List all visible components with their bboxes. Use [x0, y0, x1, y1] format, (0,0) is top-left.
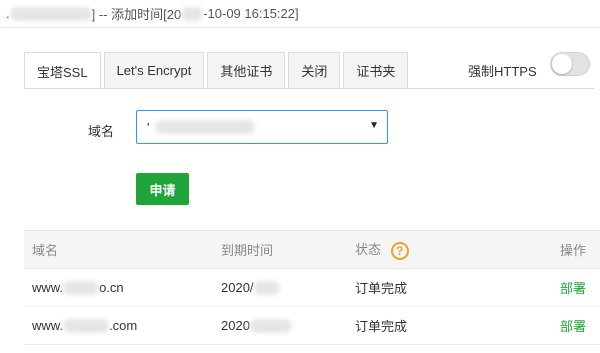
- table-row: www. .com 2020 订单完成 部署: [24, 306, 600, 345]
- redacted-domain-part: [63, 281, 100, 296]
- domain-prefix: www.: [32, 317, 64, 333]
- cell-domain: www. o.cn: [24, 268, 221, 307]
- tab-lets-encrypt[interactable]: Let's Encrypt: [103, 52, 205, 88]
- cell-domain: www. .com: [24, 306, 221, 345]
- domain-prefix: www.: [32, 279, 64, 295]
- tab-close[interactable]: 关闭: [288, 52, 341, 88]
- tab-bt-ssl[interactable]: 宝塔SSL: [24, 52, 101, 89]
- domain-suffix: o.cn: [99, 279, 124, 295]
- cell-action: 部署: [545, 306, 600, 345]
- help-icon[interactable]: ?: [390, 241, 409, 260]
- domain-select-value: ': [147, 119, 150, 135]
- domain-suffix: .com: [109, 317, 138, 333]
- apply-button[interactable]: 申请: [136, 173, 189, 205]
- table-header-row: 域名 到期时间 状态 ? 操作: [24, 230, 600, 269]
- redacted-domain: [155, 120, 256, 134]
- redacted-date: [249, 319, 292, 334]
- cell-expiry: 2020: [221, 306, 355, 345]
- ssl-panel: 宝塔SSL Let's Encrypt 其他证书 关闭 证书夹 强制HTTPS …: [0, 28, 600, 353]
- header-status: 状态 ?: [355, 230, 545, 269]
- chevron-down-icon: ▼: [369, 120, 379, 131]
- header-domain: 域名: [24, 230, 221, 269]
- redacted-domain-part: [63, 319, 110, 334]
- header-status-label: 状态: [355, 242, 382, 258]
- table-row: www. o.cn 2020/ 订单完成 部署: [24, 268, 600, 307]
- ssl-tabs: 宝塔SSL Let's Encrypt 其他证书 关闭 证书夹: [24, 52, 411, 89]
- header-expiry: 到期时间: [221, 230, 355, 269]
- cell-status: 订单完成: [355, 268, 545, 307]
- cell-expiry: 2020/: [221, 268, 355, 307]
- domain-label: 域名: [88, 124, 115, 139]
- header-action: 操作: [545, 230, 600, 269]
- tab-other-cert[interactable]: 其他证书: [207, 52, 286, 88]
- redacted-year: [181, 6, 204, 21]
- expiry-value: 2020/: [221, 279, 254, 295]
- cell-action: 部署: [545, 268, 600, 307]
- cell-status: 订单完成: [355, 306, 545, 345]
- deploy-link[interactable]: 部署: [560, 281, 586, 296]
- deploy-link[interactable]: 部署: [560, 319, 586, 334]
- force-https-toggle[interactable]: [550, 52, 590, 76]
- toggle-knob: [552, 54, 572, 74]
- tabs-divider: [24, 88, 594, 89]
- cert-table: 域名 到期时间 状态 ? 操作 www. o.cn 2020/ 订单完成 部署: [24, 230, 600, 345]
- redacted-date: [253, 281, 280, 296]
- redacted-site-name: [9, 6, 92, 21]
- title-suffix: -10-09 16:15:22]: [203, 6, 299, 21]
- title-mid: ] -- 添加时间[20: [91, 7, 182, 22]
- dialog-title-bar: . ] -- 添加时间[20 -10-09 16:15:22]: [0, 0, 600, 28]
- force-https-label: 强制HTTPS: [468, 64, 537, 79]
- domain-select[interactable]: ' ▼: [136, 110, 388, 144]
- expiry-value: 2020: [221, 317, 250, 333]
- tab-cert-folder[interactable]: 证书夹: [343, 52, 409, 88]
